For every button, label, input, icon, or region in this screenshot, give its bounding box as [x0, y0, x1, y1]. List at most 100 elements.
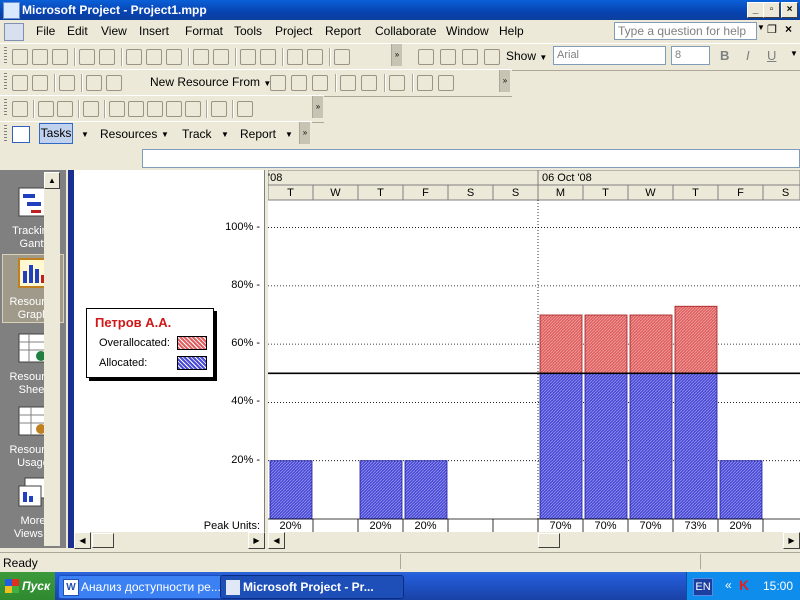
resource-sheet-icon[interactable]: [12, 75, 28, 91]
doc-close-icon[interactable]: ×: [785, 22, 792, 36]
cut-icon[interactable]: [126, 49, 142, 65]
project-statistics-icon[interactable]: [12, 101, 28, 117]
unlink-icon[interactable]: [260, 49, 276, 65]
scroll-right-icon[interactable]: ▶: [248, 532, 265, 549]
report-dropdown-icon[interactable]: ▼: [285, 130, 293, 139]
legend-hscrollbar[interactable]: ◀ ▶: [74, 532, 265, 549]
paste-icon[interactable]: [166, 49, 182, 65]
show-button[interactable]: Show ▼: [506, 49, 547, 63]
assign-resources-icon[interactable]: [86, 75, 102, 91]
tasks-dropdown-icon[interactable]: ▼: [81, 130, 89, 139]
toolbar-options-chevron[interactable]: »: [312, 96, 323, 118]
toolbar-options-chevron[interactable]: »: [391, 44, 402, 66]
scroll-to-task-left-icon[interactable]: [418, 49, 434, 65]
scroll-left-icon[interactable]: ◀: [268, 532, 285, 549]
taskbar-item-project[interactable]: Microsoft Project - Pr...: [220, 575, 404, 599]
help-dropdown-arrow-icon[interactable]: ▼: [757, 23, 765, 32]
menu-help[interactable]: Help: [499, 24, 524, 38]
resource-graph-icon[interactable]: [59, 75, 75, 91]
close-button[interactable]: ×: [781, 2, 798, 18]
reschedule-icon[interactable]: [57, 101, 73, 117]
scroll-to-task-right-icon[interactable]: [440, 49, 456, 65]
toolbar-options-chevron[interactable]: »: [299, 122, 310, 144]
project-guide-icon[interactable]: [12, 126, 30, 143]
notes-icon[interactable]: [307, 49, 323, 65]
menu-report[interactable]: Report: [325, 24, 361, 38]
toolbar-grip[interactable]: [4, 99, 7, 117]
undo-icon[interactable]: [193, 49, 209, 65]
toolbar-grip[interactable]: [4, 73, 7, 91]
zoom-out-icon[interactable]: [484, 49, 500, 65]
percent-0-icon[interactable]: [109, 101, 125, 117]
font-size-combo[interactable]: 8: [671, 46, 710, 65]
scroll-thumb[interactable]: [92, 533, 114, 548]
open-icon[interactable]: [32, 49, 48, 65]
zoom-in-icon[interactable]: [462, 49, 478, 65]
maximize-button[interactable]: ▫: [763, 2, 780, 18]
toolbar-grip[interactable]: [4, 125, 7, 143]
leveling-icon[interactable]: [312, 75, 328, 91]
scroll-left-icon[interactable]: ◀: [74, 532, 91, 549]
menu-window[interactable]: Window: [446, 24, 489, 38]
address-book-icon[interactable]: [340, 75, 356, 91]
help-icon[interactable]: [334, 49, 350, 65]
view-bar-scrollbar[interactable]: ▲: [44, 172, 60, 546]
add-resource-icon[interactable]: [291, 75, 307, 91]
share-resources-icon[interactable]: [106, 75, 122, 91]
doc-restore-icon[interactable]: ❐: [767, 23, 777, 36]
new-resource-from-button[interactable]: New Resource From ▼: [150, 75, 271, 89]
toolbar-options-chevron[interactable]: »: [499, 70, 510, 92]
print-preview-icon[interactable]: [99, 49, 115, 65]
menu-format[interactable]: Format: [185, 24, 223, 38]
start-button[interactable]: Пуск: [0, 572, 55, 600]
percent-50-icon[interactable]: [147, 101, 163, 117]
menu-view[interactable]: View: [101, 24, 127, 38]
copy-icon[interactable]: [146, 49, 162, 65]
task-info-icon[interactable]: [287, 49, 303, 65]
help-search-input[interactable]: Type a question for help: [614, 22, 757, 40]
print-icon[interactable]: [79, 49, 95, 65]
scroll-up-icon[interactable]: ▲: [44, 172, 60, 189]
chart-hscrollbar[interactable]: ◀ ▶: [268, 532, 800, 549]
guide-resources-button[interactable]: Resources: [100, 127, 157, 141]
entry-field[interactable]: [142, 149, 800, 168]
italic-button[interactable]: I: [746, 48, 750, 63]
menu-edit[interactable]: Edit: [67, 24, 88, 38]
kaspersky-icon[interactable]: K: [739, 577, 749, 593]
update-resource-icon[interactable]: [361, 75, 377, 91]
track-dropdown-icon[interactable]: ▼: [221, 130, 229, 139]
percent-25-icon[interactable]: [128, 101, 144, 117]
guide-report-button[interactable]: Report: [240, 127, 276, 141]
font-name-combo[interactable]: Arial: [553, 46, 666, 65]
percent-75-icon[interactable]: [166, 101, 182, 117]
update-tasks-2-icon[interactable]: [211, 101, 227, 117]
menu-collaborate[interactable]: Collaborate: [375, 24, 436, 38]
menu-project[interactable]: Project: [275, 24, 312, 38]
language-indicator[interactable]: EN: [693, 578, 713, 596]
update-tasks-icon[interactable]: [38, 101, 54, 117]
scroll-right-icon[interactable]: ▶: [783, 532, 800, 549]
scroll-thumb[interactable]: [538, 533, 560, 548]
redo-icon[interactable]: [213, 49, 229, 65]
percent-100-icon[interactable]: [185, 101, 201, 117]
filter-icon[interactable]: [389, 75, 405, 91]
progress-lines-icon[interactable]: [83, 101, 99, 117]
resources-dropdown-icon[interactable]: ▼: [161, 130, 169, 139]
menu-file[interactable]: File: [36, 24, 55, 38]
toolbar-grip[interactable]: [4, 47, 7, 65]
tray-expand-icon[interactable]: «: [725, 578, 732, 592]
resource-usage-icon[interactable]: [32, 75, 48, 91]
guide-track-button[interactable]: Track: [182, 127, 212, 141]
formatting-options-chevron[interactable]: ▼: [790, 49, 798, 58]
link-icon[interactable]: [240, 49, 256, 65]
underline-button[interactable]: U: [767, 48, 776, 63]
collaborate-icon[interactable]: [237, 101, 253, 117]
resource-help-icon[interactable]: [417, 75, 433, 91]
bold-button[interactable]: B: [720, 48, 729, 63]
guide-tasks-button[interactable]: Tasks: [39, 123, 73, 144]
menu-tools[interactable]: Tools: [234, 24, 262, 38]
menu-insert[interactable]: Insert: [139, 24, 169, 38]
new-icon[interactable]: [12, 49, 28, 65]
minimize-button[interactable]: _: [747, 2, 764, 18]
taskbar-item-word[interactable]: W Анализ доступности ре...: [58, 575, 238, 599]
